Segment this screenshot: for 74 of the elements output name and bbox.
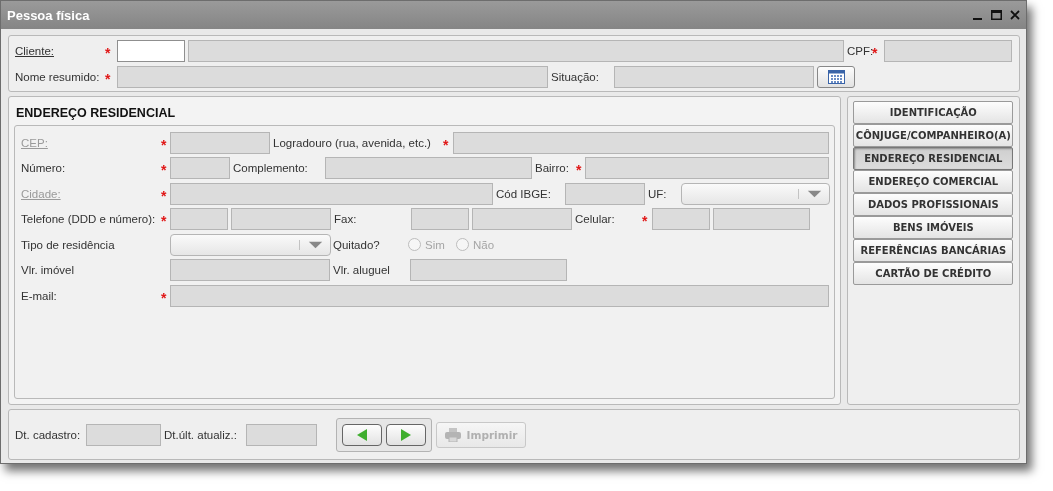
input-field[interactable] xyxy=(170,259,330,282)
field-label: Celular: xyxy=(575,213,615,226)
section-tab[interactable]: IDENTIFICAÇÃO xyxy=(853,101,1014,124)
calendar-icon xyxy=(827,70,845,84)
field-label[interactable]: Cliente: xyxy=(15,45,54,57)
field-label: Situação: xyxy=(551,71,599,83)
printer-icon xyxy=(444,427,461,442)
required-mark: * xyxy=(642,212,648,229)
close-icon[interactable] xyxy=(1010,10,1020,20)
field-label: E-mail: xyxy=(21,289,57,302)
section-tab[interactable]: CARTÃO DE CRÉDITO xyxy=(853,262,1014,285)
input-field[interactable] xyxy=(170,284,829,307)
dropdown[interactable] xyxy=(170,233,331,256)
maximize-icon[interactable] xyxy=(991,10,1002,20)
input-field[interactable] xyxy=(565,182,645,205)
input-field[interactable] xyxy=(410,259,567,282)
input-field[interactable] xyxy=(86,423,161,446)
field-label: Cód IBGE: xyxy=(496,187,551,200)
field-label: Bairro: xyxy=(535,162,569,175)
input-field[interactable] xyxy=(117,66,548,88)
field-label: Dt. cadastro: xyxy=(15,428,81,441)
input-field[interactable] xyxy=(325,157,532,180)
field-label: Vlr. aluguel xyxy=(333,264,390,277)
input-field[interactable] xyxy=(713,208,810,231)
required-mark: * xyxy=(576,161,582,178)
field-label: Número: xyxy=(21,162,66,175)
section-title: ENDEREÇO RESIDENCIAL xyxy=(15,105,177,122)
section-tab[interactable]: ENDEREÇO RESIDENCIAL xyxy=(853,147,1014,170)
input-field[interactable] xyxy=(411,208,469,231)
input-field[interactable] xyxy=(231,208,331,231)
section-tab[interactable]: REFERÊNCIAS BANCÁRIAS xyxy=(853,239,1014,262)
required-mark: * xyxy=(161,135,167,152)
input-field[interactable] xyxy=(170,157,230,180)
required-mark: * xyxy=(161,186,167,203)
input-field[interactable] xyxy=(652,208,710,231)
right-arrow-icon xyxy=(400,428,412,441)
field-label: Dt.últ. atualiz.: xyxy=(164,428,237,441)
window-title: Pessoa física xyxy=(7,7,90,23)
section-tab[interactable]: DADOS PROFISSIONAIS xyxy=(853,193,1014,216)
field-label: Fax: xyxy=(334,213,357,226)
field-label: UF: xyxy=(648,187,667,200)
next-button[interactable] xyxy=(386,423,426,446)
field-label: Logradouro (rua, avenida, etc.) xyxy=(273,136,431,149)
field-label: Telefone (DDD e número): xyxy=(21,213,156,226)
input-field[interactable] xyxy=(246,423,317,446)
field-label: Quitado? xyxy=(333,238,380,251)
input-field[interactable] xyxy=(614,66,814,88)
required-mark: * xyxy=(872,44,878,60)
required-mark: * xyxy=(161,212,167,229)
field-label: Tipo de residência xyxy=(21,238,115,251)
required-mark: * xyxy=(105,70,111,86)
dropdown[interactable] xyxy=(681,182,830,205)
section-tab[interactable]: CÔNJUGE/COMPANHEIRO(A) xyxy=(853,124,1014,147)
section-tab[interactable]: ENDEREÇO COMERCIAL xyxy=(853,170,1014,193)
previous-button[interactable] xyxy=(342,423,382,446)
input-field[interactable] xyxy=(170,182,493,205)
input-field[interactable] xyxy=(453,131,829,154)
left-arrow-icon xyxy=(356,428,368,441)
required-mark: * xyxy=(443,135,449,152)
input-field[interactable] xyxy=(585,157,829,180)
required-mark: * xyxy=(105,44,111,60)
calendar-button[interactable] xyxy=(817,66,855,88)
field-label: Complemento: xyxy=(233,162,308,175)
required-mark: * xyxy=(161,161,167,178)
input-field[interactable] xyxy=(170,208,228,231)
input-field[interactable] xyxy=(472,208,572,231)
input-field[interactable] xyxy=(884,40,1012,62)
field-label: Vlr. imóvel xyxy=(21,264,75,277)
input-field[interactable] xyxy=(117,40,185,62)
section-tab[interactable]: BENS IMÓVEIS xyxy=(853,216,1014,239)
input-field[interactable] xyxy=(188,40,844,62)
input-field[interactable] xyxy=(170,131,270,154)
field-label: Nome resumido: xyxy=(15,71,100,83)
required-mark: * xyxy=(161,288,167,305)
